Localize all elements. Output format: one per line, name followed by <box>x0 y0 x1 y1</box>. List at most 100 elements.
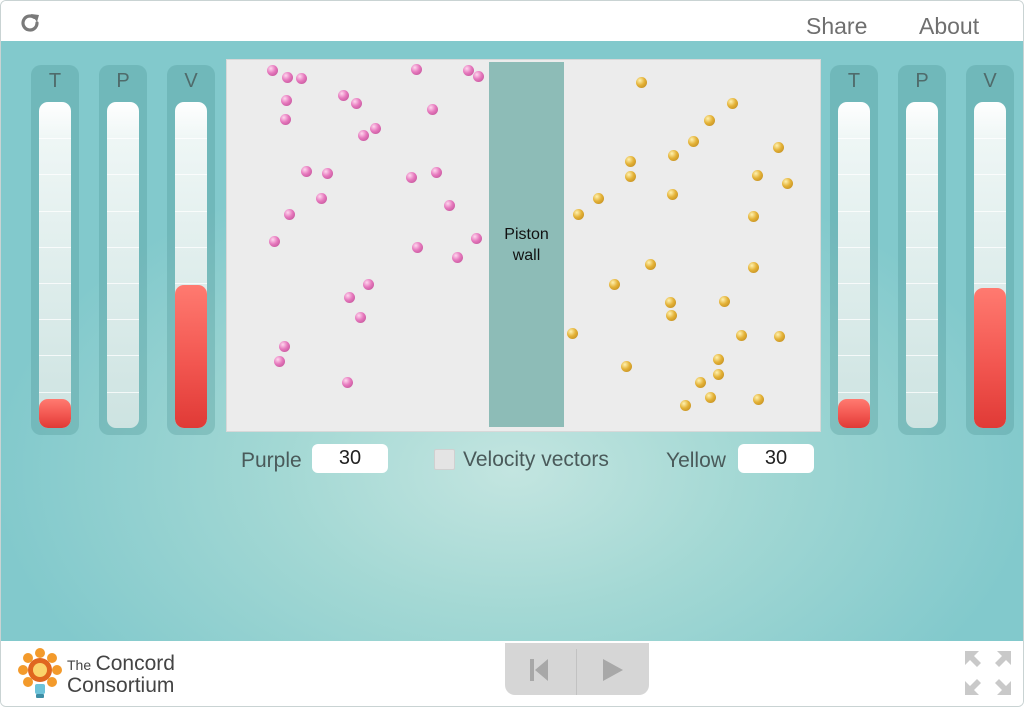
left-volume-gauge: V <box>167 65 215 435</box>
concord-logo-text: The Concord Consortium <box>67 653 175 698</box>
yellow-molecule <box>782 178 793 189</box>
purple-molecule <box>471 233 482 244</box>
fullscreen-icon[interactable] <box>963 649 1013 697</box>
purple-molecule <box>427 104 438 115</box>
playback-controls <box>505 643 649 695</box>
gauge-label: T <box>847 70 861 92</box>
purple-molecule <box>370 123 381 134</box>
step-back-button[interactable] <box>505 643 576 695</box>
purple-molecule <box>284 209 295 220</box>
gauge-tick <box>974 246 1006 248</box>
step-back-icon <box>530 659 548 681</box>
left-temperature-gauge: T <box>31 65 79 435</box>
gauge-tick <box>175 210 207 212</box>
gauge-tick <box>838 138 870 140</box>
gauge-tick <box>39 174 71 176</box>
gauge-tick <box>974 283 1006 284</box>
gauge-tick <box>107 283 139 284</box>
purple-molecule <box>269 236 280 247</box>
gauge-tick <box>906 391 938 393</box>
gauge-fill <box>39 399 71 428</box>
yellow-molecule <box>695 377 706 388</box>
gauge-fill <box>175 285 207 428</box>
yellow-molecule <box>705 392 716 403</box>
gauge-tick <box>107 355 139 357</box>
gauge-tick <box>39 391 71 393</box>
yellow-molecule <box>704 115 715 126</box>
yellow-molecule <box>593 193 604 204</box>
yellow-molecule <box>667 189 678 200</box>
yellow-molecule <box>625 171 636 182</box>
gauge-tick <box>974 210 1006 212</box>
gauge-tick <box>107 319 139 321</box>
gauge-tick <box>175 138 207 140</box>
purple-molecule <box>431 167 442 178</box>
purple-molecule <box>282 72 293 83</box>
right-volume-gauge: V <box>966 65 1014 435</box>
yellow-molecule <box>774 331 785 342</box>
velocity-vectors-checkbox[interactable] <box>434 449 455 470</box>
gauge-tick <box>39 355 71 357</box>
purple-molecule <box>267 65 278 76</box>
yellow-molecule <box>753 394 764 405</box>
yellow-molecule <box>713 354 724 365</box>
gauge-tube <box>838 102 870 428</box>
purple-molecule <box>363 279 374 290</box>
gauge-tube <box>974 102 1006 428</box>
yellow-molecule <box>645 259 656 270</box>
gauge-tick <box>175 246 207 248</box>
purple-molecule <box>301 166 312 177</box>
yellow-molecule <box>736 330 747 341</box>
footer: The Concord Consortium <box>1 641 1023 706</box>
purple-molecule <box>344 292 355 303</box>
purple-molecule <box>342 377 353 388</box>
gauge-tick <box>107 138 139 140</box>
piston-label: Piston wall <box>489 224 564 266</box>
purple-molecule <box>316 193 327 204</box>
gauge-tick <box>838 391 870 393</box>
yellow-count-field[interactable]: 30 <box>738 444 814 473</box>
share-link[interactable]: Share <box>806 13 867 40</box>
gauge-tick <box>906 319 938 321</box>
play-button[interactable] <box>577 643 648 695</box>
gauge-fill <box>974 288 1006 428</box>
gauge-tick <box>974 138 1006 140</box>
purple-molecule <box>473 71 484 82</box>
gauge-tube <box>906 102 938 428</box>
yellow-molecule <box>621 361 632 372</box>
piston-label-line2: wall <box>512 247 541 264</box>
app-window: Share About T P V Piston wall T P V Purp… <box>0 0 1024 707</box>
gauge-fill <box>838 399 870 428</box>
piston-wall[interactable]: Piston wall <box>489 62 564 427</box>
logo-line2: Consortium <box>67 674 175 697</box>
yellow-molecule <box>748 262 759 273</box>
gauge-tube <box>39 102 71 428</box>
right-pressure-gauge: P <box>898 65 946 435</box>
velocity-vectors-label[interactable]: Velocity vectors <box>463 448 609 472</box>
gauge-tick <box>838 210 870 212</box>
gauge-tube <box>107 102 139 428</box>
gauge-tick <box>39 246 71 248</box>
yellow-molecule <box>688 136 699 147</box>
yellow-molecule <box>748 211 759 222</box>
gauge-tick <box>175 174 207 176</box>
gauge-tick <box>906 283 938 284</box>
reload-icon[interactable] <box>19 12 41 34</box>
purple-molecule <box>296 73 307 84</box>
top-bar: Share About <box>1 1 1023 41</box>
left-pressure-gauge: P <box>99 65 147 435</box>
purple-count-field[interactable]: 30 <box>312 444 388 473</box>
gauge-label: T <box>48 70 62 92</box>
yellow-molecule <box>665 297 676 308</box>
purple-molecule <box>281 95 292 106</box>
purple-molecule <box>358 130 369 141</box>
gauge-label: P <box>116 70 130 92</box>
gauge-tick <box>107 174 139 176</box>
gauge-label: V <box>184 70 198 92</box>
purple-molecule <box>280 114 291 125</box>
yellow-molecule <box>609 279 620 290</box>
gauge-tick <box>39 138 71 140</box>
purple-molecule <box>322 168 333 179</box>
piston-label-line1: Piston <box>504 226 549 243</box>
about-link[interactable]: About <box>919 13 979 40</box>
